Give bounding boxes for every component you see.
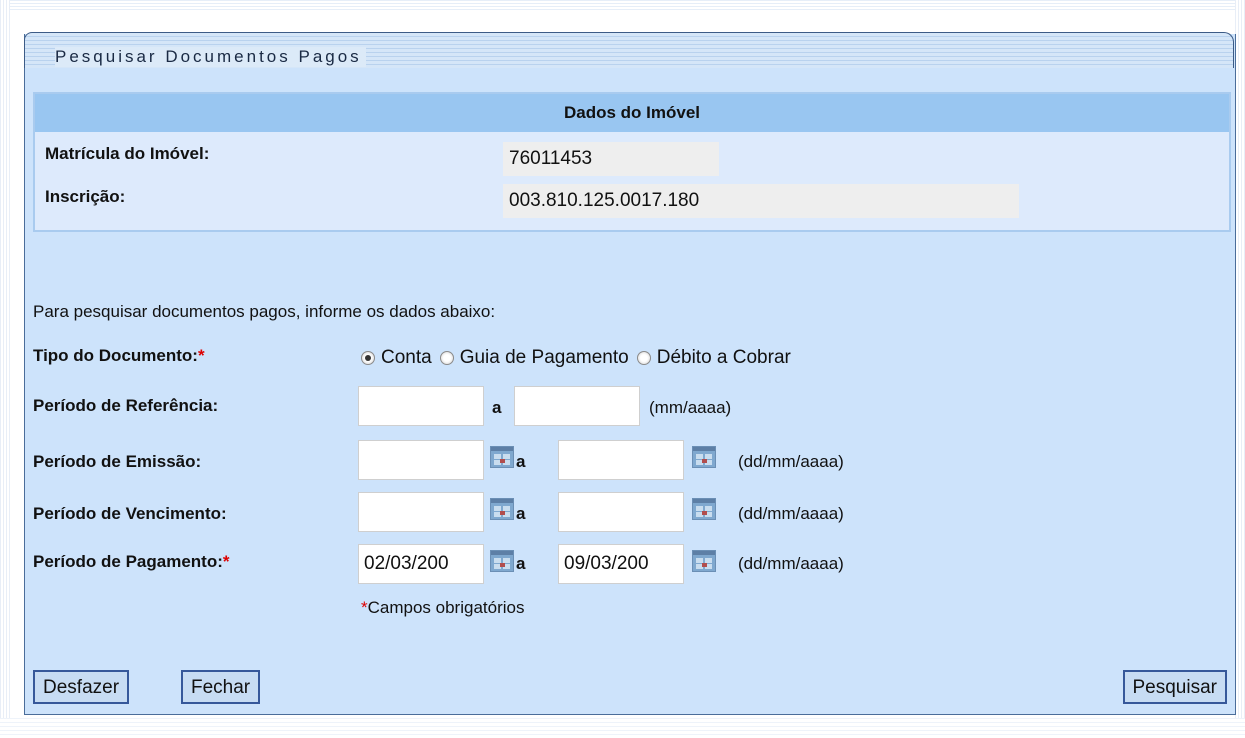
emissao-format-hint: (dd/mm/aaaa) [738, 452, 844, 471]
fechar-button[interactable]: Fechar [181, 670, 261, 704]
referencia-format-hint: (mm/aaaa) [649, 398, 732, 417]
tipo-documento-label-text: Tipo do Documento: [33, 346, 198, 365]
calendar-icon[interactable] [692, 498, 716, 520]
radio-guia-pagamento[interactable]: Guia de Pagamento [439, 347, 629, 369]
pagamento-format-hint: (dd/mm/aaaa) [738, 554, 844, 573]
bottom-border-stripe [0, 718, 1245, 738]
search-panel: Pesquisar Documentos Pagos Dados do Imóv… [24, 32, 1236, 715]
required-mark: * [361, 598, 368, 617]
pagamento-label: Período de Pagamento:* [33, 552, 230, 572]
calendar-icon[interactable] [490, 446, 514, 468]
required-mark: * [222, 552, 230, 571]
panel-header: Pesquisar Documentos Pagos [24, 32, 1234, 68]
matricula-label: Matrícula do Imóvel: [45, 144, 210, 163]
inscricao-field: 003.810.125.0017.180 [503, 184, 1019, 218]
tipo-documento-label: Tipo do Documento:* [33, 346, 205, 366]
radio-debito-cobrar[interactable]: Débito a Cobrar [636, 347, 791, 369]
vencimento-format-hint: (dd/mm/aaaa) [738, 504, 844, 523]
vencimento-to-input[interactable] [558, 492, 684, 532]
radio-guia-pagamento-label: Guia de Pagamento [459, 347, 629, 368]
tipo-documento-radio-group: Conta Guia de Pagamento Débito a Cobrar [361, 346, 799, 370]
calendar-icon[interactable] [490, 550, 514, 572]
radio-unchecked-icon[interactable] [439, 351, 454, 365]
referencia-label: Período de Referência: [33, 396, 219, 415]
required-mark: * [197, 346, 205, 365]
left-border-stripe [0, 0, 10, 738]
emissao-to-input[interactable] [558, 440, 684, 480]
pagamento-to-input[interactable]: 09/03/200 [558, 544, 684, 584]
required-fields-note: *Campos obrigatórios [361, 598, 524, 618]
vencimento-label: Período de Vencimento: [33, 504, 227, 523]
matricula-field: 76011453 [503, 142, 719, 176]
radio-unchecked-icon[interactable] [636, 351, 651, 365]
calendar-icon[interactable] [692, 550, 716, 572]
radio-conta[interactable]: Conta [361, 347, 432, 369]
panel-title: Pesquisar Documentos Pagos [55, 47, 366, 67]
pagamento-label-text: Período de Pagamento: [33, 552, 223, 571]
right-border-stripe [1235, 0, 1245, 738]
calendar-icon[interactable] [490, 498, 514, 520]
referencia-range-separator: a [492, 398, 502, 417]
pagamento-from-input[interactable]: 02/03/200 [358, 544, 484, 584]
emissao-label: Período de Emissão: [33, 452, 202, 471]
emissao-range-separator: a [516, 452, 526, 471]
radio-conta-label: Conta [381, 347, 432, 368]
referencia-from-input[interactable] [358, 386, 484, 426]
pagamento-range-separator: a [516, 554, 526, 573]
desfazer-button[interactable]: Desfazer [33, 670, 130, 704]
calendar-icon[interactable] [692, 446, 716, 468]
emissao-from-input[interactable] [358, 440, 484, 480]
pesquisar-button[interactable]: Pesquisar [1122, 670, 1227, 704]
vencimento-range-separator: a [516, 504, 526, 523]
instructions-text: Para pesquisar documentos pagos, informe… [33, 302, 496, 321]
imovel-section-heading: Dados do Imóvel [35, 94, 1229, 132]
required-fields-note-text: Campos obrigatórios [367, 598, 525, 617]
top-border-stripe [0, 0, 1245, 10]
inscricao-label: Inscrição: [45, 187, 126, 206]
referencia-to-input[interactable] [514, 386, 640, 426]
vencimento-from-input[interactable] [358, 492, 484, 532]
radio-debito-cobrar-label: Débito a Cobrar [656, 347, 791, 368]
imovel-section: Dados do Imóvel Matrícula do Imóvel: 760… [33, 92, 1231, 232]
radio-checked-icon[interactable] [361, 351, 375, 365]
